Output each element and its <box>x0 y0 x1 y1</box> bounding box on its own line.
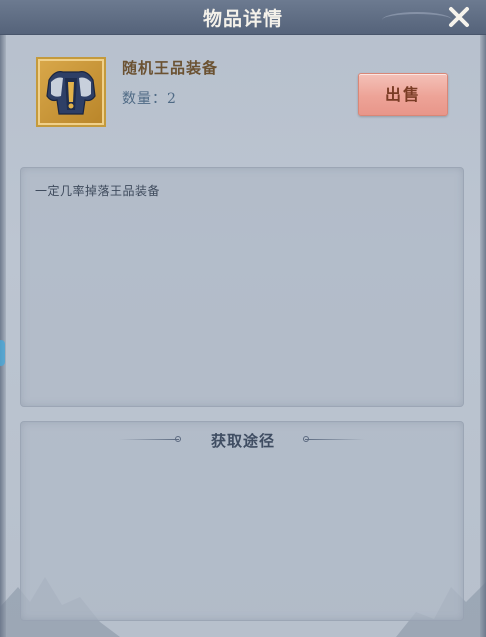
close-x-icon <box>449 7 469 27</box>
left-frame <box>0 34 6 637</box>
acquisition-box: 获取途径 <box>20 421 464 621</box>
close-button[interactable] <box>446 4 472 30</box>
side-tab-notch <box>0 340 5 366</box>
description-box: 一定几率掉落王品装备 <box>20 167 464 407</box>
armor-equipment-icon <box>46 71 96 115</box>
item-description: 一定几率掉落王品装备 <box>35 184 161 198</box>
acquisition-title: 获取途径 <box>210 432 275 450</box>
title-bar: 物品详情 <box>0 0 486 35</box>
right-frame <box>480 34 486 637</box>
item-quantity: 数量：2 <box>122 91 177 107</box>
item-name: 随机王品装备 <box>122 59 219 77</box>
divider-line-right <box>305 439 365 440</box>
sell-button[interactable]: 出售 <box>358 73 448 116</box>
item-icon-slot[interactable] <box>36 57 106 127</box>
item-detail-panel: 物品详情 随机王品装备 数量：2 出售 一定几率掉落王品装备 获取途径 <box>0 0 486 637</box>
window-title: 物品详情 <box>202 8 283 30</box>
